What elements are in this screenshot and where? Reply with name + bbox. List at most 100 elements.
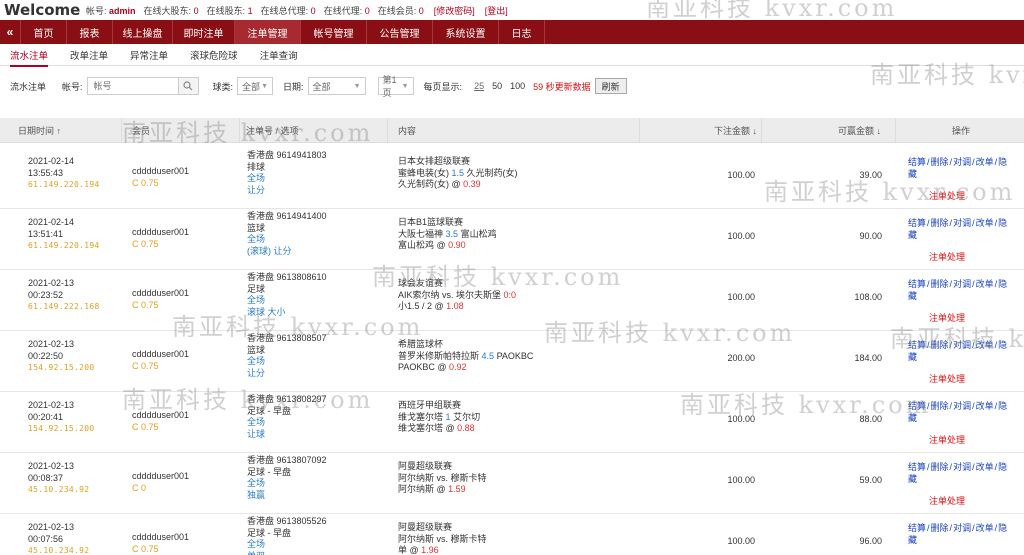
handicap-value: 1 xyxy=(445,411,451,422)
op-modify-link[interactable]: 改单 xyxy=(976,340,994,350)
nav-home[interactable]: 首页 xyxy=(20,20,66,44)
op-settle-link[interactable]: 结算 xyxy=(908,523,926,533)
op-separator: / xyxy=(927,340,930,350)
bet-sport: 足球 - 早盘 xyxy=(247,405,291,416)
op-delete-link[interactable]: 删除 xyxy=(931,523,949,533)
bet-time: 00:08:37 xyxy=(28,472,64,483)
action-links: 结算/删除/对调/改单/隐藏 xyxy=(908,462,1008,485)
bet-process-link[interactable]: 注单处理 xyxy=(908,374,986,386)
nav-system-settings[interactable]: 系统设置 xyxy=(432,20,498,44)
op-modify-link[interactable]: 改单 xyxy=(976,157,994,167)
nav-logs[interactable]: 日志 xyxy=(498,20,544,44)
bet-id: 香港盘 9614941400 xyxy=(247,211,327,221)
op-modify-link[interactable]: 改单 xyxy=(976,523,994,533)
match-teams: AIK索尔纳 vs. 埃尔夫斯堡 xyxy=(398,289,502,300)
op-swap-link[interactable]: 对调 xyxy=(953,340,971,350)
member-cell: cdddduser001 C 0.75 xyxy=(132,288,189,311)
handicap-value: 4.5 xyxy=(481,350,495,361)
op-delete-link[interactable]: 删除 xyxy=(931,157,949,167)
tab-modified-bets[interactable]: 改单注单 xyxy=(70,48,108,62)
match-line: 阿尔纳斯 vs. 穆斯卡特 xyxy=(398,473,487,485)
page-select[interactable]: 第1页 ▼ xyxy=(377,75,414,98)
account-search-input[interactable] xyxy=(86,77,179,95)
match-team-b: PAOKBC xyxy=(496,350,534,361)
op-delete-link[interactable]: 删除 xyxy=(931,462,949,472)
nav-report[interactable]: 报表 xyxy=(66,20,112,44)
ball-type-select[interactable]: 全部 ▼ xyxy=(237,77,274,95)
bet-process-link[interactable]: 注单处理 xyxy=(908,435,986,447)
league-name: 阿曼超级联赛 xyxy=(398,461,453,471)
table-row: 2021-02-13 00:07:56 45.10.234.92 cdddduser0… xyxy=(0,514,1024,555)
op-swap-link[interactable]: 对调 xyxy=(953,462,971,472)
col-win-amount[interactable]: 可赢金额 ↓ xyxy=(762,117,896,143)
op-settle-link[interactable]: 结算 xyxy=(908,218,926,228)
col-bet-amount[interactable]: 下注金额 ↓ xyxy=(640,117,762,143)
nav-bet-management[interactable]: 注单管理 xyxy=(234,20,300,44)
tab-bet-query[interactable]: 注单查询 xyxy=(260,48,298,62)
tab-abnormal-bets[interactable]: 异常注单 xyxy=(130,48,168,62)
op-modify-link[interactable]: 改单 xyxy=(976,401,994,411)
stat-online-agent: 在线代理: 0 xyxy=(323,5,370,16)
op-settle-link[interactable]: 结算 xyxy=(908,340,926,350)
logout-link[interactable]: [登出] xyxy=(485,4,508,17)
per-page-25[interactable]: 25 xyxy=(474,81,484,91)
date-select[interactable]: 全部 ▼ xyxy=(307,77,366,95)
bet-process-link[interactable]: 注单处理 xyxy=(908,313,986,325)
pick-name: 阿尔纳斯 @ xyxy=(398,484,446,494)
match-line: 普罗米修斯帕特拉斯 4.5 PAOKBC xyxy=(398,351,533,363)
bet-process-link[interactable]: 注单处理 xyxy=(908,496,986,508)
bet-process-link[interactable]: 注单处理 xyxy=(908,252,986,264)
op-modify-link[interactable]: 改单 xyxy=(976,218,994,228)
member-name: cdddduser001 xyxy=(132,410,190,420)
op-swap-link[interactable]: 对调 xyxy=(953,279,971,289)
op-modify-link[interactable]: 改单 xyxy=(976,279,994,289)
op-delete-link[interactable]: 删除 xyxy=(931,218,949,228)
match-team-b: 艾尔切 xyxy=(453,411,481,422)
op-settle-link[interactable]: 结算 xyxy=(908,462,926,472)
op-settle-link[interactable]: 结算 xyxy=(908,401,926,411)
op-settle-link[interactable]: 结算 xyxy=(908,157,926,167)
bet-datetime: 2021-02-13 00:07:56 45.10.234.92 xyxy=(28,522,89,555)
op-separator: / xyxy=(972,462,975,472)
op-modify-link[interactable]: 改单 xyxy=(976,462,994,472)
op-swap-link[interactable]: 对调 xyxy=(953,157,971,167)
collapse-nav-icon[interactable]: « xyxy=(0,20,20,44)
bet-content: 阿曼超级联赛 阿尔纳斯 vs. 穆斯卡特单 @ 1.96 xyxy=(398,522,487,555)
pick-name: 小1.5 / 2 @ xyxy=(398,301,444,311)
op-swap-link[interactable]: 对调 xyxy=(953,218,971,228)
nav-announcement-management[interactable]: 公告管理 xyxy=(366,20,432,44)
account-label: 帐号: xyxy=(62,81,83,92)
match-line: 蜜蜂电装(女) 1.5 久光制药(女) xyxy=(398,168,518,180)
op-swap-link[interactable]: 对调 xyxy=(953,401,971,411)
nav-account-management[interactable]: 帐号管理 xyxy=(300,20,366,44)
bet-datetime: 2021-02-14 13:55:43 61.149.220.194 xyxy=(28,156,100,191)
op-swap-link[interactable]: 对调 xyxy=(953,523,971,533)
bet-date: 2021-02-13 xyxy=(28,461,75,471)
nav-live-bets[interactable]: 即时注单 xyxy=(172,20,234,44)
match-line: 维戈塞尔塔 1 艾尔切 xyxy=(398,412,480,424)
per-page-50[interactable]: 50 xyxy=(492,81,502,91)
change-password-link[interactable]: [修改密码] xyxy=(434,4,475,17)
op-delete-link[interactable]: 删除 xyxy=(931,279,949,289)
pick-line: 富山松鸡 @ 0.90 xyxy=(398,240,497,252)
per-page-100[interactable]: 100 xyxy=(510,81,525,91)
op-separator: / xyxy=(927,279,930,289)
bet-sport: 足球 - 早盘 xyxy=(247,527,291,538)
refresh-button[interactable]: 刷新 xyxy=(594,78,627,94)
bet-id-cell: 香港盘 9613807092 足球 - 早盘 全场 独赢 xyxy=(247,455,327,501)
search-button[interactable] xyxy=(178,77,199,95)
bet-id: 香港盘 9613808507 xyxy=(247,333,327,343)
nav-online-trading[interactable]: 线上操盘 xyxy=(112,20,172,44)
op-settle-link[interactable]: 结算 xyxy=(908,279,926,289)
bet-process-link[interactable]: 注单处理 xyxy=(908,191,986,203)
bet-amount: 100.00 xyxy=(727,170,755,180)
op-delete-link[interactable]: 删除 xyxy=(931,401,949,411)
bet-type: 滚球 大小 xyxy=(247,306,286,317)
col-datetime[interactable]: 日期时间 ↑ xyxy=(0,117,122,143)
tab-flow-bets[interactable]: 流水注单 xyxy=(10,48,49,67)
member-credit: C 0.75 xyxy=(132,238,159,249)
bet-id-cell: 香港盘 9613808610 足球 全场 滚球 大小 xyxy=(247,272,327,318)
op-separator: / xyxy=(949,462,953,472)
op-delete-link[interactable]: 删除 xyxy=(931,340,949,350)
tab-live-danger-ball[interactable]: 滚球危险球 xyxy=(190,48,238,62)
